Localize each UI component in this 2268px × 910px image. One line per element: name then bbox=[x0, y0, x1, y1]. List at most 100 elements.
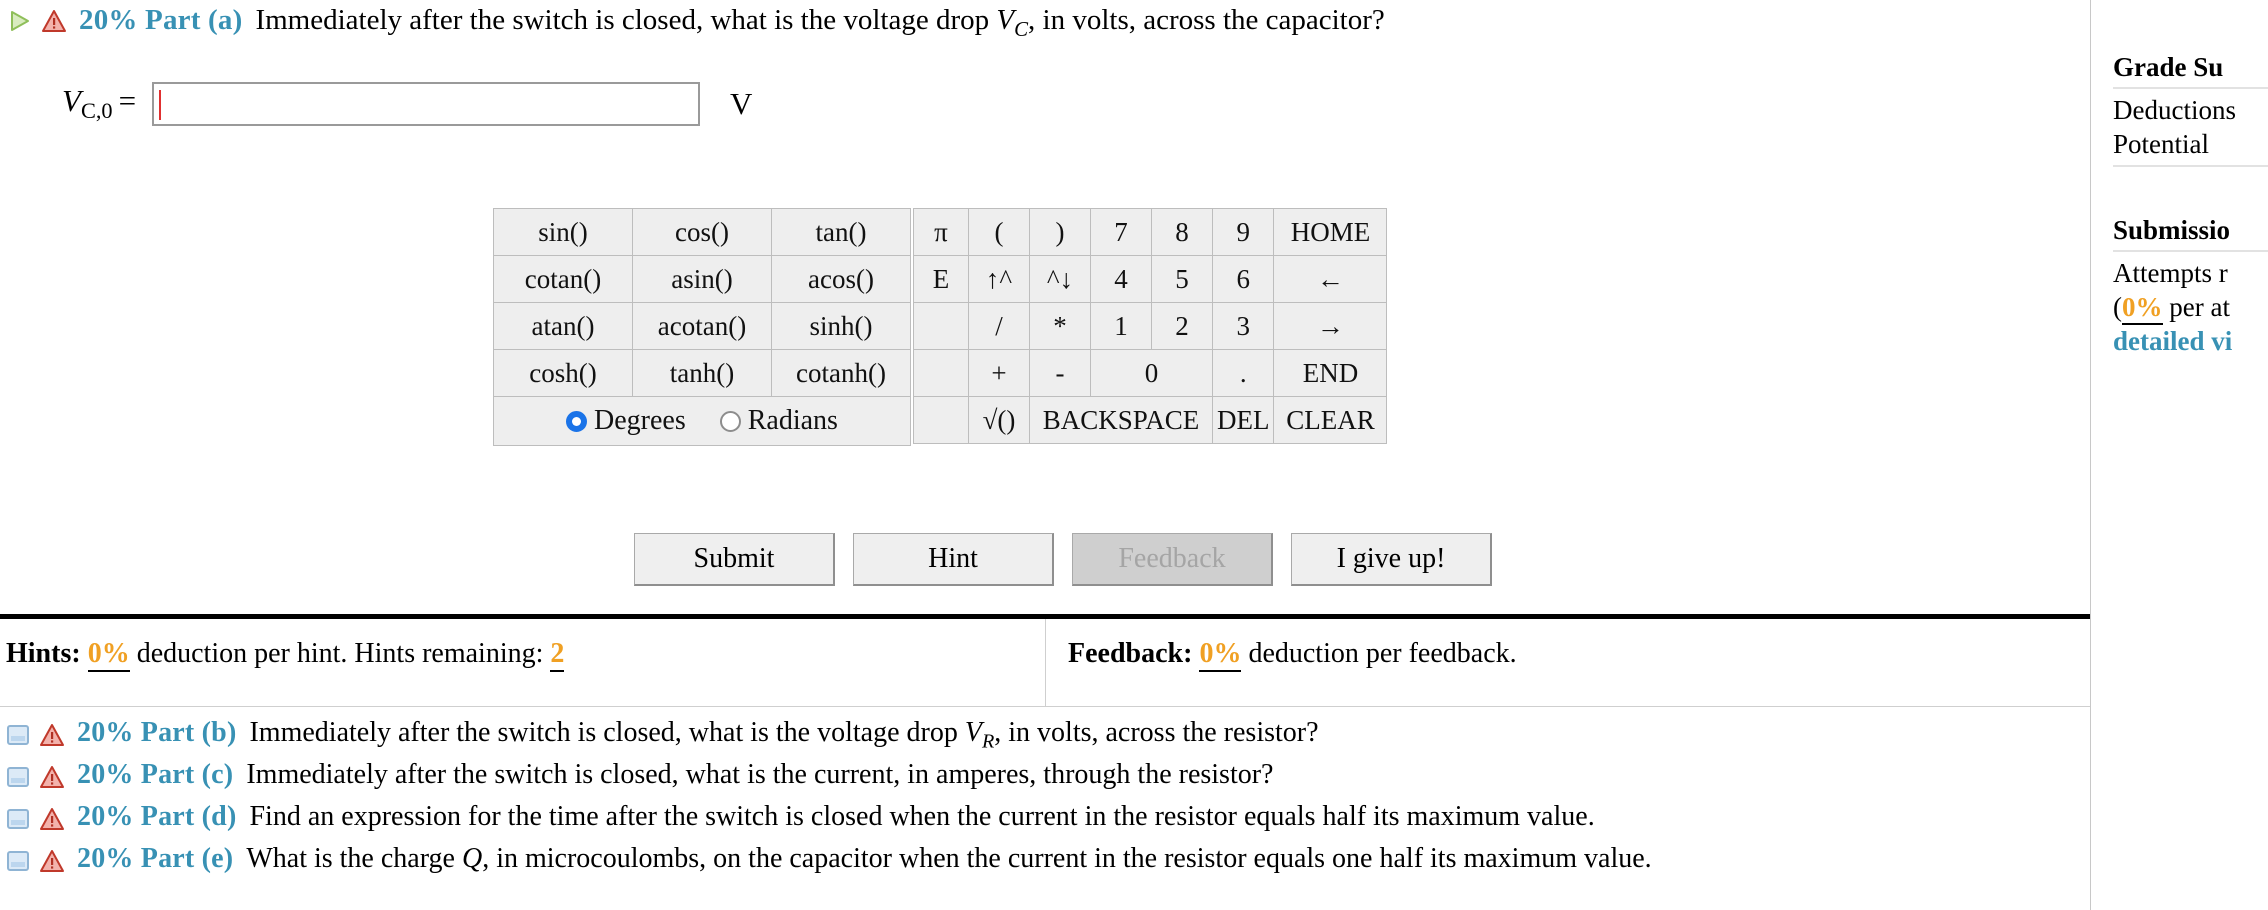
calculator-panel: sin() cos() tan() cotan() asin() acos() … bbox=[493, 208, 1388, 446]
part-d-question: Find an expression for the time after th… bbox=[249, 801, 1595, 832]
give-up-button[interactable]: I give up! bbox=[1291, 533, 1492, 586]
calc-key-asin[interactable]: asin() bbox=[632, 255, 772, 303]
calc-key-e[interactable]: E bbox=[913, 255, 969, 303]
attempt-suffix: per at bbox=[2162, 292, 2230, 322]
angle-mode-degrees[interactable]: Degrees bbox=[566, 405, 686, 437]
calc-key-7[interactable]: 7 bbox=[1090, 208, 1152, 256]
panel-collapsed-icon[interactable] bbox=[6, 765, 30, 789]
hint-button[interactable]: Hint bbox=[853, 533, 1054, 586]
part-d-row[interactable]: 20% Part (d) Find an expression for the … bbox=[6, 800, 2086, 842]
expand-triangle-icon[interactable] bbox=[6, 8, 32, 34]
part-b-label[interactable]: 20% Part (b) bbox=[77, 716, 236, 750]
text-caret bbox=[159, 90, 162, 120]
warning-triangle-icon bbox=[39, 722, 65, 748]
attempt-deduction-percent: 0% bbox=[2122, 292, 2163, 325]
part-c-label[interactable]: 20% Part (c) bbox=[77, 758, 233, 792]
feedback-button: Feedback bbox=[1072, 533, 1273, 586]
part-e-row[interactable]: 20% Part (e) What is the charge Q, in mi… bbox=[6, 842, 2086, 884]
calc-key-6[interactable]: 6 bbox=[1211, 255, 1275, 303]
calc-key-3[interactable]: 3 bbox=[1211, 302, 1275, 350]
detailed-view-link[interactable]: detailed vi bbox=[2113, 324, 2268, 358]
calc-key-cos[interactable]: cos() bbox=[632, 208, 772, 256]
hints-deduction-percent: 0% bbox=[87, 638, 130, 672]
table-row: atan() acotan() sinh() bbox=[493, 302, 911, 350]
calc-key-del: DEL bbox=[1211, 396, 1275, 444]
part-b-row[interactable]: 20% Part (b) Immediately after the switc… bbox=[6, 716, 2086, 758]
calc-key-pi[interactable]: π bbox=[913, 208, 969, 256]
calculator-functions: sin() cos() tan() cotan() asin() acos() … bbox=[493, 208, 911, 446]
warning-triangle-icon bbox=[39, 764, 65, 790]
table-row: / * 1 2 3 → bbox=[913, 302, 1388, 350]
calc-key-sinh[interactable]: sinh() bbox=[771, 302, 911, 350]
part-a-question: Immediately after the switch is closed, … bbox=[255, 2, 1384, 47]
hints-deduction-text: deduction per hint. Hints remaining: bbox=[136, 638, 544, 669]
answer-input[interactable] bbox=[152, 82, 701, 126]
panel-collapsed-icon[interactable] bbox=[6, 849, 30, 873]
part-a-question-var: V bbox=[996, 4, 1015, 36]
table-row: Degrees Radians bbox=[493, 396, 911, 446]
table-row: E ↑^ ^↓ 4 5 6 ← bbox=[913, 255, 1388, 303]
calc-key-cotanh[interactable]: cotanh() bbox=[771, 349, 911, 397]
calc-key-acos[interactable]: acos() bbox=[771, 255, 911, 303]
divider bbox=[2113, 87, 2268, 89]
calc-key-minus[interactable]: - bbox=[1029, 349, 1091, 397]
part-c-question: Immediately after the switch is closed, … bbox=[246, 759, 1274, 790]
calc-key-lparen[interactable]: ( bbox=[968, 208, 1030, 256]
calc-key-cotan[interactable]: cotan() bbox=[493, 255, 633, 303]
answer-label: VC,0 = bbox=[62, 83, 136, 124]
calc-key-tan[interactable]: tan() bbox=[771, 208, 911, 256]
calc-key-1[interactable]: 1 bbox=[1090, 302, 1152, 350]
calc-key-8[interactable]: 8 bbox=[1151, 208, 1213, 256]
answer-label-var: V bbox=[62, 83, 81, 119]
attempt-prefix: ( bbox=[2113, 292, 2122, 322]
panel-collapsed-icon[interactable] bbox=[6, 807, 30, 831]
warning-triangle-icon bbox=[39, 848, 65, 874]
calc-key-4[interactable]: 4 bbox=[1090, 255, 1152, 303]
hints-remaining-count: 2 bbox=[550, 638, 565, 672]
calc-key-decimal[interactable]: . bbox=[1211, 349, 1275, 397]
part-a-question-post: , in volts, across the capacitor? bbox=[1028, 4, 1385, 36]
feedback-deduction-percent: 0% bbox=[1199, 638, 1242, 672]
part-a-label[interactable]: 20% Part (a) bbox=[79, 2, 242, 38]
answer-unit: V bbox=[730, 86, 753, 121]
calc-key-plus[interactable]: + bbox=[968, 349, 1030, 397]
table-row: √() BACKSPACE DEL CLEAR bbox=[913, 396, 1388, 444]
calc-key-5[interactable]: 5 bbox=[1151, 255, 1213, 303]
answer-row: VC,0 = V bbox=[62, 82, 752, 126]
angle-mode-radians[interactable]: Radians bbox=[719, 405, 838, 437]
hints-feedback-bar: Hints: 0% deduction per hint. Hints rema… bbox=[0, 619, 2090, 707]
part-e-question-pre: What is the charge bbox=[246, 843, 462, 874]
calc-key-tanh[interactable]: tanh() bbox=[632, 349, 772, 397]
calc-key-blank-2 bbox=[913, 349, 969, 397]
feedback-deduction-text: deduction per feedback. bbox=[1248, 638, 1517, 669]
calc-key-exp-down: ^↓ bbox=[1029, 255, 1091, 303]
feedback-title: Feedback: bbox=[1068, 638, 1193, 669]
calc-key-blank-3 bbox=[913, 396, 969, 444]
part-d-label[interactable]: 20% Part (d) bbox=[77, 800, 236, 834]
radio-radians-icon[interactable] bbox=[719, 410, 741, 432]
calc-key-2[interactable]: 2 bbox=[1151, 302, 1213, 350]
part-e-label[interactable]: 20% Part (e) bbox=[77, 842, 233, 876]
hints-info: Hints: 0% deduction per hint. Hints rema… bbox=[0, 619, 1046, 707]
calculator-keypad: π ( ) 7 8 9 HOME E ↑^ ^↓ 4 5 6 ← / * 1 2… bbox=[913, 208, 1388, 444]
calc-key-sqrt[interactable]: √() bbox=[968, 396, 1030, 444]
radio-degrees-icon[interactable] bbox=[566, 410, 588, 432]
warning-triangle-icon bbox=[41, 8, 67, 34]
panel-collapsed-icon[interactable] bbox=[6, 723, 30, 747]
warning-triangle-icon bbox=[39, 806, 65, 832]
calc-key-sin[interactable]: sin() bbox=[493, 208, 633, 256]
calc-key-home: HOME bbox=[1273, 208, 1388, 256]
calc-key-cosh[interactable]: cosh() bbox=[493, 349, 633, 397]
calc-key-exp-up: ↑^ bbox=[968, 255, 1030, 303]
submit-button[interactable]: Submit bbox=[634, 533, 835, 586]
deductions-label: Deductions bbox=[2113, 95, 2236, 125]
calc-key-acotan[interactable]: acotan() bbox=[632, 302, 772, 350]
submissions-title: Submissio bbox=[2113, 215, 2231, 245]
table-row: + - 0 . END bbox=[913, 349, 1388, 397]
attempt-deduction-line: (0% per at bbox=[2113, 290, 2268, 325]
calc-key-backspace: BACKSPACE bbox=[1029, 396, 1213, 444]
calc-key-0[interactable]: 0 bbox=[1090, 349, 1213, 397]
calc-key-9[interactable]: 9 bbox=[1211, 208, 1275, 256]
calc-key-atan[interactable]: atan() bbox=[493, 302, 633, 350]
part-c-row[interactable]: 20% Part (c) Immediately after the switc… bbox=[6, 758, 2086, 800]
